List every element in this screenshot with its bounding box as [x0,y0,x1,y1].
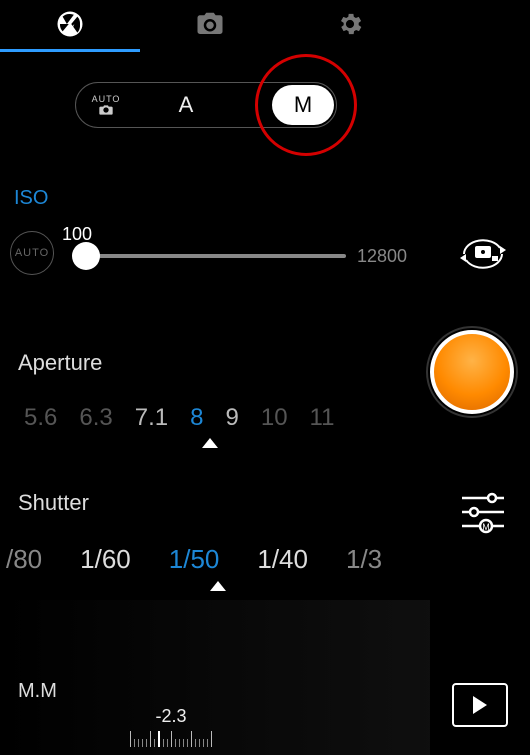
iso-slider-thumb[interactable] [72,242,100,270]
aperture-icon [55,9,85,44]
tab-camera[interactable] [140,0,280,52]
mode-auto[interactable]: AUTO [76,95,136,116]
mode-selector: AUTO A S M [75,82,335,132]
shutter-button[interactable] [430,330,514,414]
aperture-value[interactable]: 7.1 [135,404,168,432]
mode-m[interactable]: M [272,85,334,125]
iso-slider-track[interactable] [76,254,346,258]
switch-camera-icon [456,232,510,276]
aperture-value[interactable]: 10 [261,404,288,432]
ev-scale[interactable]: -2.3 [130,706,212,747]
aperture-value[interactable]: 9 [225,404,238,432]
iso-max-value: 12800 [357,246,407,267]
tab-shutter-mode[interactable] [0,0,140,52]
play-icon [473,696,487,714]
right-rail: M [430,0,514,755]
mode-a[interactable]: A [136,92,236,118]
switch-camera-button[interactable] [456,232,510,281]
aperture-value[interactable]: 5.6 [24,404,57,432]
camera-icon [195,9,225,44]
gear-icon [336,10,364,43]
ev-value: -2.3 [130,706,212,727]
iso-auto-button[interactable]: AUTO [10,231,54,275]
playback-button[interactable] [452,683,508,727]
aperture-value-selected[interactable]: 8 [190,404,203,432]
shutter-value[interactable]: 1/40 [257,544,308,575]
metering-mode-label[interactable]: M.M [18,680,57,703]
shutter-value-selected[interactable]: 1/50 [169,544,220,575]
sliders-icon: M [458,490,508,536]
svg-text:M: M [482,522,490,532]
mode-auto-label: AUTO [92,95,121,104]
aperture-value[interactable]: 11 [310,404,335,432]
ev-ticks [130,729,212,747]
shutter-value[interactable]: 1/60 [80,544,131,575]
aperture-value[interactable]: 6.3 [79,404,112,432]
tab-settings[interactable] [280,0,420,52]
camera-small-icon [97,104,115,116]
shutter-value[interactable]: 1/3 [346,544,382,575]
shutter-value[interactable]: /80 [6,544,42,575]
mode-pill[interactable]: AUTO A S M [75,82,337,128]
preview-fade [0,600,430,755]
manual-controls-button[interactable]: M [458,490,508,541]
